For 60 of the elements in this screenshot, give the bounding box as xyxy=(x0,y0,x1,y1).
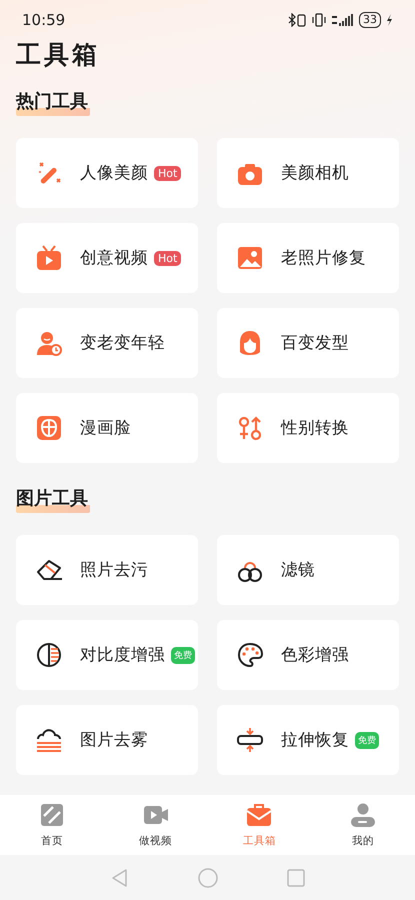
hair-icon xyxy=(237,330,263,356)
bluetooth-icon xyxy=(287,13,307,27)
home-button-icon[interactable] xyxy=(196,866,218,888)
free-badge: 免费 xyxy=(355,732,379,748)
charging-icon xyxy=(385,13,393,27)
tool-card[interactable]: 色彩增强 xyxy=(217,620,399,690)
gender-icon xyxy=(237,415,263,441)
hot-badge: Hot xyxy=(154,250,182,266)
tool-label: 创意视频 xyxy=(80,247,148,269)
palette-icon xyxy=(237,642,263,668)
contrast-icon xyxy=(36,642,62,668)
free-badge: 免费 xyxy=(171,646,195,664)
page-title: 工具箱 xyxy=(16,40,100,69)
tool-card[interactable]: 滤镜 xyxy=(217,535,399,605)
home-icon xyxy=(38,802,65,828)
tool-card[interactable]: 创意视频 Hot xyxy=(16,223,198,293)
recents-icon[interactable] xyxy=(284,866,306,888)
signal-icon xyxy=(331,13,355,27)
eraser-icon xyxy=(36,557,62,583)
status-time: 10:59 xyxy=(22,11,66,29)
tool-label: 图片去雾 xyxy=(80,729,148,751)
profile-icon xyxy=(350,802,376,828)
tool-label: 人像美颜 xyxy=(80,162,148,184)
tool-card[interactable]: 老照片修复 xyxy=(217,223,399,293)
tool-label: 对比度增强 xyxy=(80,644,165,666)
tool-card[interactable]: 性别转换 xyxy=(217,393,399,463)
nav-tab[interactable]: 做视频 xyxy=(104,795,208,855)
mask-icon xyxy=(36,415,62,441)
nav-tab[interactable]: 我的 xyxy=(311,795,415,855)
magic-wand-icon xyxy=(36,160,62,186)
toolbox-icon xyxy=(246,802,272,828)
cloud-fog-icon xyxy=(36,727,62,753)
nav-tab[interactable]: 首页 xyxy=(0,795,104,855)
tool-card[interactable]: 拉伸恢复 免费 xyxy=(217,705,399,775)
tool-label: 漫画脸 xyxy=(80,417,131,439)
section-heading: 热门工具 xyxy=(16,88,90,116)
tool-label: 老照片修复 xyxy=(281,247,366,269)
battery-level: 33 xyxy=(359,12,381,28)
tool-label: 照片去污 xyxy=(80,559,148,581)
tool-card[interactable]: 百变发型 xyxy=(217,308,399,378)
tool-card[interactable]: 人像美颜 Hot xyxy=(16,138,198,208)
tool-card[interactable]: 美颜相机 xyxy=(217,138,399,208)
tool-label: 拉伸恢复 xyxy=(281,729,349,751)
tool-card[interactable]: 对比度增强 免费 xyxy=(16,620,198,690)
tv-play-icon xyxy=(36,245,62,271)
tool-card[interactable]: 变老变年轻 xyxy=(16,308,198,378)
tool-label: 性别转换 xyxy=(281,417,349,439)
tool-label: 变老变年轻 xyxy=(80,332,165,354)
hot-badge: Hot xyxy=(154,166,182,180)
tool-label: 滤镜 xyxy=(281,559,315,581)
stretch-icon xyxy=(237,727,263,753)
tool-label: 百变发型 xyxy=(281,332,349,354)
image-icon xyxy=(237,245,263,271)
tool-card[interactable]: 照片去污 xyxy=(16,535,198,605)
tool-card[interactable]: 图片去雾 xyxy=(16,705,198,775)
tool-label: 色彩增强 xyxy=(281,644,349,666)
vibrate-icon xyxy=(311,13,327,27)
tool-card[interactable]: 漫画脸 xyxy=(16,393,198,463)
person-clock-icon xyxy=(36,330,62,356)
tool-label: 美颜相机 xyxy=(281,162,349,184)
